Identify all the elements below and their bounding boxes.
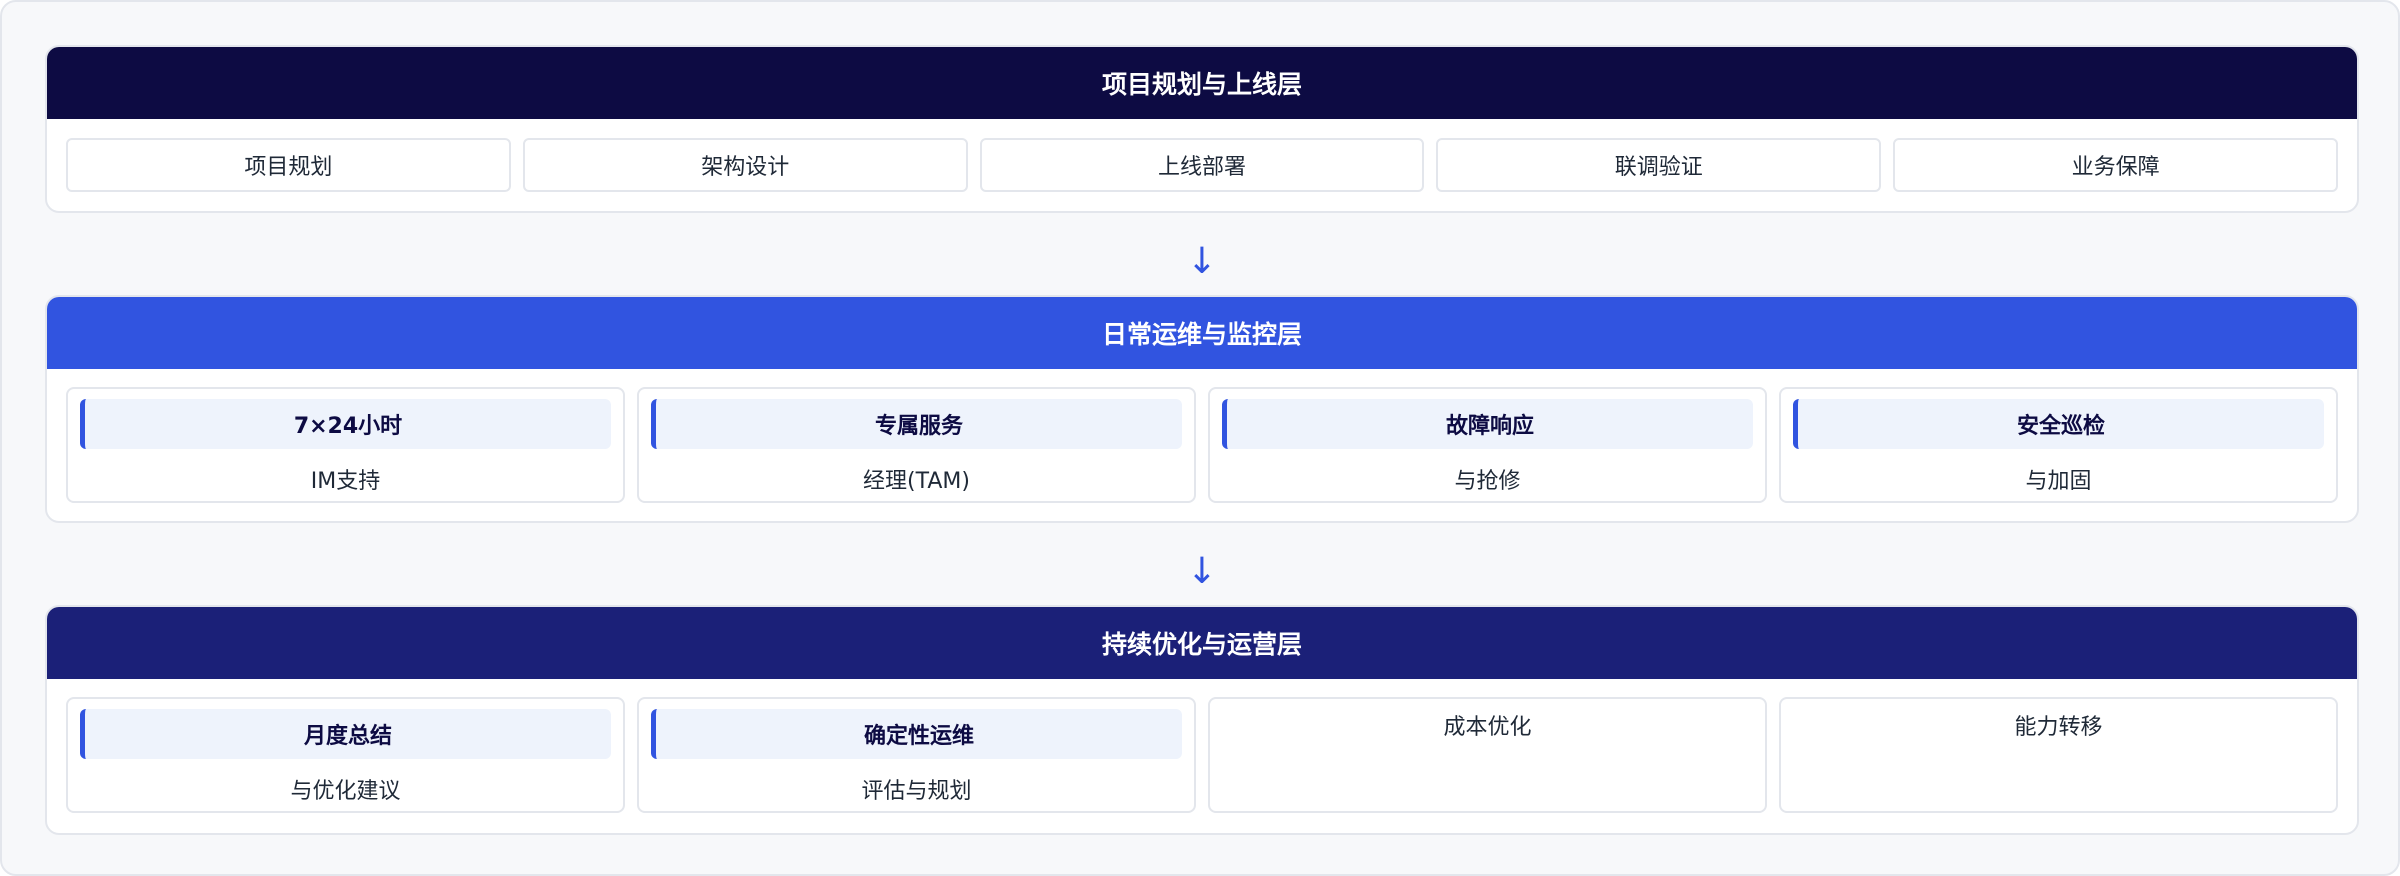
card-title: 确定性运维 [651, 709, 1182, 759]
card-subtitle: 与优化建议 [290, 779, 401, 804]
card-subtitle: 评估与规划 [861, 779, 972, 804]
card-deterministic-ops: 确定性运维 评估与规划 [637, 697, 1196, 813]
diagram-frame: 项目规划与上线层 项目规划 架构设计 上线部署 联调验证 业务保障 ↓ 日常运维… [0, 0, 2400, 876]
layer-title: 日常运维与监控层 [47, 297, 2357, 369]
card-subtitle: 与加固 [2025, 469, 2092, 494]
layer-operations: 日常运维与监控层 7×24小时 IM支持 专属服务 经理(TAM) 故障响应 与… [45, 295, 2359, 523]
card-label: 成本优化 [1443, 715, 1532, 740]
layer-title: 项目规划与上线层 [47, 47, 2357, 119]
card-title: 月度总结 [80, 709, 611, 759]
card-monthly-summary: 月度总结 与优化建议 [66, 697, 625, 813]
card-security-inspection: 安全巡检 与加固 [1779, 387, 2338, 503]
layer-cards: 7×24小时 IM支持 专属服务 经理(TAM) 故障响应 与抢修 安全巡检 与… [66, 387, 2338, 503]
item-architecture-design: 架构设计 [522, 138, 968, 192]
card-cost-optimization: 成本优化 [1208, 697, 1767, 813]
down-arrow-icon: ↓ [1186, 551, 1218, 592]
layer-cards: 月度总结 与优化建议 确定性运维 评估与规划 成本优化 能力转移 [66, 697, 2338, 813]
card-subtitle: IM支持 [310, 469, 381, 494]
card-title: 故障响应 [1222, 399, 1753, 449]
item-integration-verification: 联调验证 [1436, 138, 1882, 192]
item-business-assurance: 业务保障 [1893, 138, 2338, 192]
card-label: 能力转移 [2014, 715, 2103, 740]
layer-optimization: 持续优化与运营层 月度总结 与优化建议 确定性运维 评估与规划 成本优化 能力转… [45, 605, 2359, 835]
card-capability-transfer: 能力转移 [1779, 697, 2338, 813]
card-subtitle: 经理(TAM) [863, 469, 970, 494]
layer-items: 项目规划 架构设计 上线部署 联调验证 业务保障 [66, 138, 2338, 192]
card-title: 7×24小时 [80, 399, 611, 449]
card-dedicated-tam: 专属服务 经理(TAM) [637, 387, 1196, 503]
card-incident-response: 故障响应 与抢修 [1208, 387, 1767, 503]
layer-planning: 项目规划与上线层 项目规划 架构设计 上线部署 联调验证 业务保障 [45, 45, 2359, 213]
card-subtitle: 与抢修 [1454, 469, 1521, 494]
card-title: 安全巡检 [1793, 399, 2324, 449]
card-title: 专属服务 [651, 399, 1182, 449]
layer-title: 持续优化与运营层 [47, 607, 2357, 679]
item-deployment: 上线部署 [979, 138, 1425, 192]
item-project-planning: 项目规划 [66, 138, 511, 192]
down-arrow-icon: ↓ [1186, 241, 1218, 282]
card-24x7-support: 7×24小时 IM支持 [66, 387, 625, 503]
